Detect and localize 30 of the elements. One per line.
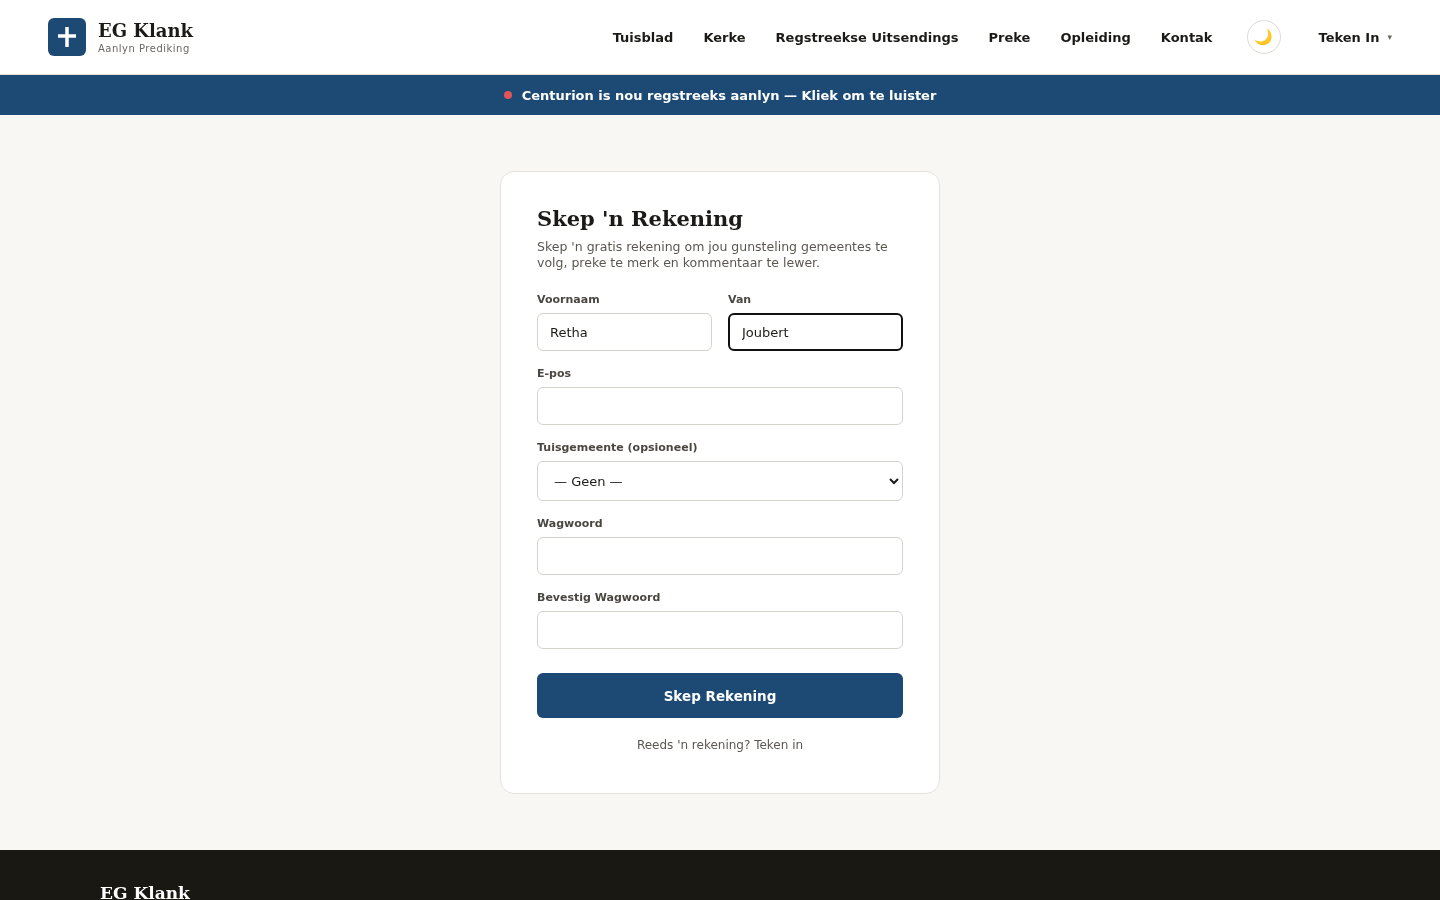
live-dot-icon (503, 91, 512, 99)
nav-link[interactable]: Kontak (1160, 29, 1213, 45)
input-field[interactable] (537, 611, 903, 649)
brand-title: EG Klank (98, 20, 194, 41)
nav-link[interactable]: Kerke (703, 29, 746, 45)
brand-subtitle: Aanlyn Prediking (98, 43, 191, 54)
submit-button[interactable]: Skep Rekening (537, 673, 903, 718)
field-label: Bevestig Wagwoord (537, 591, 662, 604)
form-description: Skep 'n gratis rekening om jou gunsteling gemeentes te volg, preke te merk en kommentaar te lewer. (537, 239, 889, 271)
input-field[interactable]: Retha (537, 313, 712, 351)
select-field[interactable]: — Geen — (537, 461, 903, 501)
sign-in-menu[interactable]: Teken In ▾ (1318, 29, 1392, 45)
field-label: Wagwoord (537, 517, 604, 530)
field-label: Voornaam (537, 293, 601, 306)
field-label: Van (728, 293, 753, 306)
footer-title: EG Klank (100, 886, 191, 900)
input-field[interactable]: Joubert (728, 313, 903, 351)
live-banner[interactable]: Centurion is nou regstreeks aanlyn — Kliek om te luister (0, 75, 1440, 115)
sign-in-link[interactable]: Reeds 'n rekening? Teken in (636, 738, 804, 752)
nav-link[interactable]: Tuisblad (612, 29, 674, 45)
form-title: Skep 'n Rekening (537, 206, 744, 231)
field-label: E-pos (537, 367, 573, 380)
nav-link[interactable]: Regstreekse Uitsendings (775, 29, 959, 45)
nav-link[interactable]: Preke (988, 29, 1031, 45)
nav-link[interactable]: Opleiding (1060, 29, 1131, 45)
cross-logo-icon (48, 18, 86, 56)
banner-text: Centurion is nou regstreeks aanlyn — Kliek om te luister (521, 87, 937, 103)
input-field[interactable] (537, 387, 903, 425)
input-field[interactable] (537, 537, 903, 575)
field-label: Tuisgemeente (opsioneel) (537, 441, 699, 454)
